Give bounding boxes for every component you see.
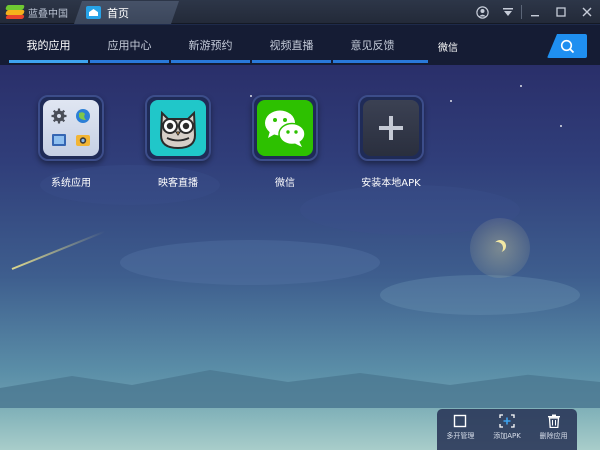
search-input[interactable] xyxy=(432,34,547,58)
app-window: 蓝叠中国 首页 我的应用 应用中心 新游预约 视频直播 意见反馈 微信 系统应用… xyxy=(0,0,600,450)
file-manager-icon xyxy=(49,132,69,148)
main-nav: 我的应用 应用中心 新游预约 视频直播 意见反馈 xyxy=(0,25,600,65)
star xyxy=(450,100,452,102)
app-inke-live[interactable]: 映客直播 xyxy=(128,95,228,189)
multi-instance-button[interactable]: 多开管理 xyxy=(437,409,484,450)
close-icon xyxy=(582,7,592,17)
mountain-range xyxy=(0,370,600,412)
settings-icon xyxy=(49,108,69,124)
menu-dropdown-icon xyxy=(503,8,513,16)
minimize-icon xyxy=(531,15,539,17)
nav-tabs: 我的应用 应用中心 新游预约 视频直播 意见反馈 xyxy=(8,25,428,65)
title-bar: 蓝叠中国 首页 xyxy=(0,0,600,24)
wechat-icon xyxy=(257,100,313,156)
minimize-button[interactable] xyxy=(522,0,548,24)
delete-app-button[interactable]: 删除应用 xyxy=(530,409,577,450)
app-label: 微信 xyxy=(275,178,295,189)
square-window-icon xyxy=(454,414,467,428)
search-button[interactable] xyxy=(547,34,587,58)
app-tile xyxy=(38,95,104,161)
trash-icon xyxy=(547,414,560,428)
browser-icon xyxy=(73,108,93,124)
account-button[interactable] xyxy=(469,0,495,24)
tab-game-preorder[interactable]: 新游预约 xyxy=(170,25,251,65)
app-install-local-apk[interactable]: 安装本地APK xyxy=(341,95,441,189)
tab-feedback[interactable]: 意见反馈 xyxy=(332,25,428,65)
search-bar xyxy=(432,34,587,58)
user-icon xyxy=(475,5,489,19)
star xyxy=(520,85,522,87)
app-label: 系统应用 xyxy=(51,178,91,189)
folder-icon xyxy=(43,100,99,156)
tab-home[interactable]: 首页 xyxy=(74,1,179,24)
tab-live-video[interactable]: 视频直播 xyxy=(251,25,332,65)
add-apk-icon xyxy=(499,414,515,428)
app-tile xyxy=(145,95,211,161)
app-label: 安装本地APK xyxy=(361,178,421,189)
tab-my-apps[interactable]: 我的应用 xyxy=(8,25,89,65)
tool-label: 删除应用 xyxy=(539,432,568,440)
close-button[interactable] xyxy=(574,0,600,24)
bottom-toolbar: 多开管理 添加APK 删除应用 xyxy=(437,409,577,450)
app-wechat[interactable]: 微信 xyxy=(235,95,335,189)
camera-icon xyxy=(73,132,93,148)
app-label: 映客直播 xyxy=(158,178,198,189)
home-icon xyxy=(86,6,101,19)
cloud xyxy=(380,275,580,315)
app-tile xyxy=(252,95,318,161)
maximize-button[interactable] xyxy=(548,0,574,24)
app-tile xyxy=(358,95,424,161)
owl-icon xyxy=(150,100,206,156)
add-apk-button[interactable]: 添加APK xyxy=(484,409,531,450)
app-system-apps[interactable]: 系统应用 xyxy=(21,95,121,189)
bluestacks-logo-icon xyxy=(5,5,25,19)
plus-icon xyxy=(363,100,419,156)
maximize-icon xyxy=(556,7,566,17)
tool-label: 多开管理 xyxy=(446,432,475,440)
tab-home-label: 首页 xyxy=(107,6,129,20)
brand-name: 蓝叠中国 xyxy=(28,8,68,20)
search-icon xyxy=(560,39,574,53)
star xyxy=(560,125,562,127)
tool-label: 添加APK xyxy=(493,432,521,440)
window-controls xyxy=(469,0,600,24)
moon-icon xyxy=(491,242,503,254)
menu-button[interactable] xyxy=(495,0,521,24)
cloud xyxy=(120,240,380,285)
tab-app-center[interactable]: 应用中心 xyxy=(89,25,170,65)
brand: 蓝叠中国 xyxy=(5,4,68,20)
